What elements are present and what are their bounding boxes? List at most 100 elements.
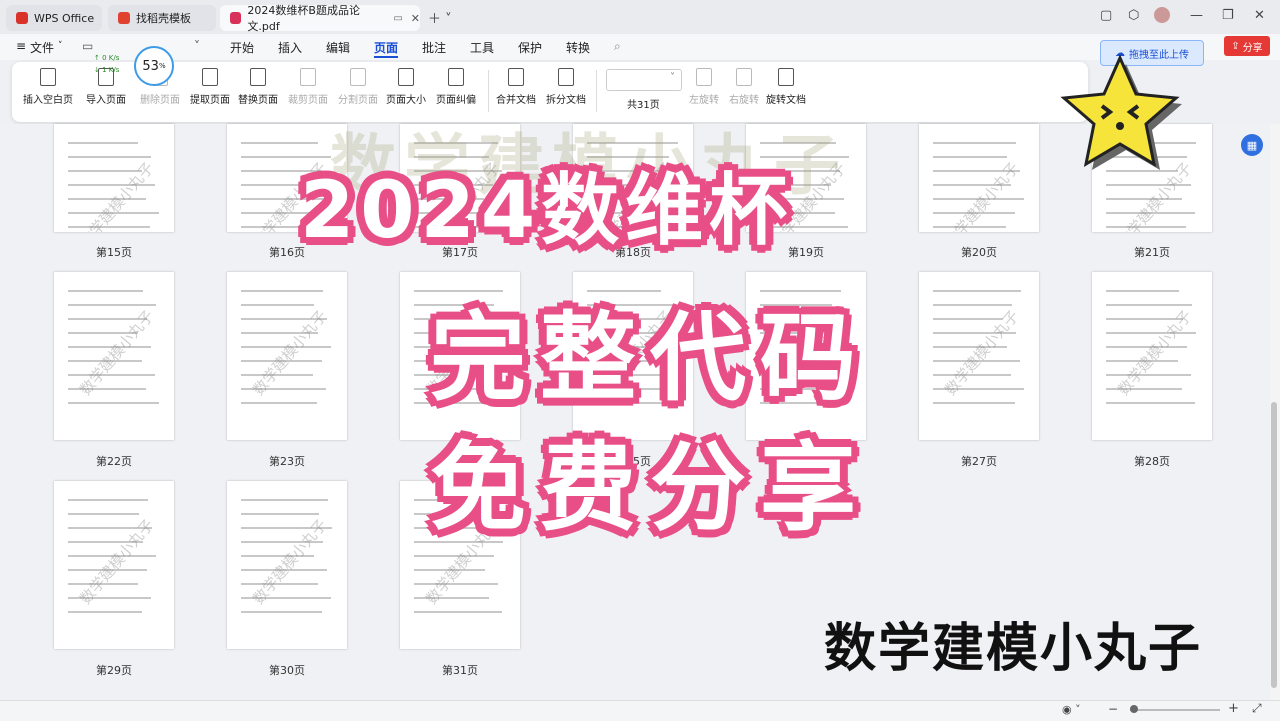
eye-icon[interactable]: ◉ ˅ xyxy=(1062,703,1081,716)
split-page-icon xyxy=(350,68,366,86)
rotate-right-icon xyxy=(736,68,752,86)
wps-logo-icon xyxy=(16,12,28,24)
rotate-left-icon xyxy=(696,68,712,86)
pdf-icon xyxy=(230,12,242,24)
open-folder-icon[interactable]: ▭ xyxy=(82,39,93,53)
text-line xyxy=(933,156,1007,158)
menu-protect[interactable]: 保护 xyxy=(518,39,542,56)
insert-blank-page-button[interactable]: 插入空白页 xyxy=(16,68,80,106)
memory-percent-gauge[interactable]: 53% xyxy=(134,46,174,86)
tab-label: 2024数维杯B题成品论文.pdf xyxy=(247,4,360,33)
search-icon[interactable]: ⌕ xyxy=(614,39,621,54)
page-number-label: 第21页 xyxy=(1134,246,1170,259)
zoom-slider-knob[interactable] xyxy=(1130,705,1138,713)
page-number-label: 第20页 xyxy=(961,246,997,259)
text-line xyxy=(1106,290,1179,292)
tab-label: WPS Office xyxy=(34,11,95,25)
overlay-title-line1: 2024数维杯 xyxy=(300,166,794,256)
text-line xyxy=(68,142,138,144)
split-doc-icon xyxy=(558,68,574,86)
tab-label: 找稻壳模板 xyxy=(136,12,191,25)
text-line xyxy=(241,499,328,501)
merge-icon xyxy=(508,68,524,86)
page-number-label: 第22页 xyxy=(96,455,132,468)
text-line xyxy=(68,402,159,404)
page-thumbnail[interactable]: 数学建模小丸子 xyxy=(919,272,1039,440)
tab-wps-office[interactable]: WPS Office xyxy=(6,5,102,31)
extract-page-icon xyxy=(202,68,218,86)
star-mascot-sticker xyxy=(1060,54,1182,170)
crop-page-icon xyxy=(300,68,316,86)
text-line xyxy=(241,290,323,292)
deskew-icon xyxy=(448,68,464,86)
blank-page-icon xyxy=(40,68,56,86)
menu-insert[interactable]: 插入 xyxy=(278,39,302,56)
page-number-select[interactable]: ˅ xyxy=(606,69,682,91)
text-line xyxy=(68,611,142,613)
page-deskew-button[interactable]: 页面纠偏 xyxy=(424,68,488,106)
minimize-icon[interactable]: — xyxy=(1190,8,1203,23)
overlay-title-line2: 完整代码 xyxy=(430,302,870,414)
page-number-label: 第15页 xyxy=(96,246,132,259)
page-number-label: 第31页 xyxy=(442,664,478,677)
split-document-button[interactable]: 拆分文档 xyxy=(534,68,598,106)
menu-tools[interactable]: 工具 xyxy=(470,39,494,56)
page-thumbnail[interactable]: 数学建模小丸子 xyxy=(227,272,347,440)
page-thumbnail[interactable]: 数学建模小丸子 xyxy=(919,124,1039,232)
menu-start[interactable]: 开始 xyxy=(230,39,254,56)
page-number-label: 第27页 xyxy=(961,455,997,468)
monitor-icon[interactable]: ▭ xyxy=(393,13,402,24)
zoom-in-icon[interactable]: + xyxy=(1228,701,1239,716)
menu-file[interactable]: 文件 xyxy=(30,39,54,56)
share-button[interactable]: ⇪ 分享 xyxy=(1224,36,1270,56)
close-tab-icon[interactable]: ✕ xyxy=(411,12,420,25)
hamburger-icon[interactable]: ≡ xyxy=(16,39,26,53)
replace-page-icon xyxy=(250,68,266,86)
page-count: 共31页 xyxy=(627,100,660,111)
text-line xyxy=(933,318,1003,320)
page-thumbnail[interactable]: 数学建模小丸子 xyxy=(1092,272,1212,440)
menu-annotate[interactable]: 批注 xyxy=(422,39,446,56)
window-icon[interactable]: ▢ xyxy=(1100,8,1112,23)
menu-convert[interactable]: 转换 xyxy=(566,39,590,56)
scrollbar-thumb[interactable] xyxy=(1271,402,1277,688)
tab-template[interactable]: 找稻壳模板 xyxy=(108,5,216,31)
text-line xyxy=(68,513,139,515)
rotate-document-button[interactable]: 旋转文档 xyxy=(754,68,818,106)
page-number-label: 第30页 xyxy=(269,664,305,677)
new-tab-icon[interactable]: ＋ ˅ xyxy=(428,8,452,27)
zoom-slider[interactable] xyxy=(1130,709,1220,711)
page-thumbnail[interactable]: 数学建模小丸子 xyxy=(54,481,174,649)
menu-edit[interactable]: 编辑 xyxy=(326,39,350,56)
text-line xyxy=(933,402,1015,404)
text-line xyxy=(414,611,502,613)
page-thumbnail[interactable]: 数学建模小丸子 xyxy=(54,124,174,232)
overlay-title-line3: 免费分享 xyxy=(430,432,870,544)
page-thumbnail[interactable]: 数学建模小丸子 xyxy=(54,272,174,440)
avatar[interactable] xyxy=(1154,7,1170,23)
status-bar xyxy=(0,700,1280,721)
menu-page[interactable]: 页面 xyxy=(374,39,398,56)
text-line xyxy=(933,142,1016,144)
restore-icon[interactable]: ❐ xyxy=(1222,8,1234,23)
rotate-doc-icon xyxy=(778,68,794,86)
thumbnail-watermark: 数学建模小丸子 xyxy=(76,158,158,232)
more-chevron-icon[interactable]: ˅ xyxy=(194,39,200,53)
page-number-label: 第29页 xyxy=(96,664,132,677)
page-number-label: 第23页 xyxy=(269,455,305,468)
text-line xyxy=(933,304,1012,306)
zoom-out-icon[interactable]: − xyxy=(1108,702,1118,716)
share-icon: ⇪ xyxy=(1231,40,1240,52)
fit-page-icon[interactable]: ⤢ xyxy=(1252,701,1262,716)
page-thumbnail[interactable]: 数学建模小丸子 xyxy=(227,481,347,649)
floating-assistant-icon[interactable]: ▦ xyxy=(1241,134,1263,156)
ribbon-divider xyxy=(596,70,597,112)
text-line xyxy=(241,513,319,515)
template-icon xyxy=(118,12,130,24)
text-line xyxy=(68,499,148,501)
close-window-icon[interactable]: ✕ xyxy=(1254,8,1265,23)
tab-pdf-document[interactable]: 2024数维杯B题成品论文.pdf ▭ ✕ xyxy=(220,4,420,33)
chevron-down-icon[interactable]: ˅ xyxy=(58,41,63,51)
cube-icon[interactable]: ⬡ xyxy=(1128,8,1139,23)
text-line xyxy=(241,611,322,613)
